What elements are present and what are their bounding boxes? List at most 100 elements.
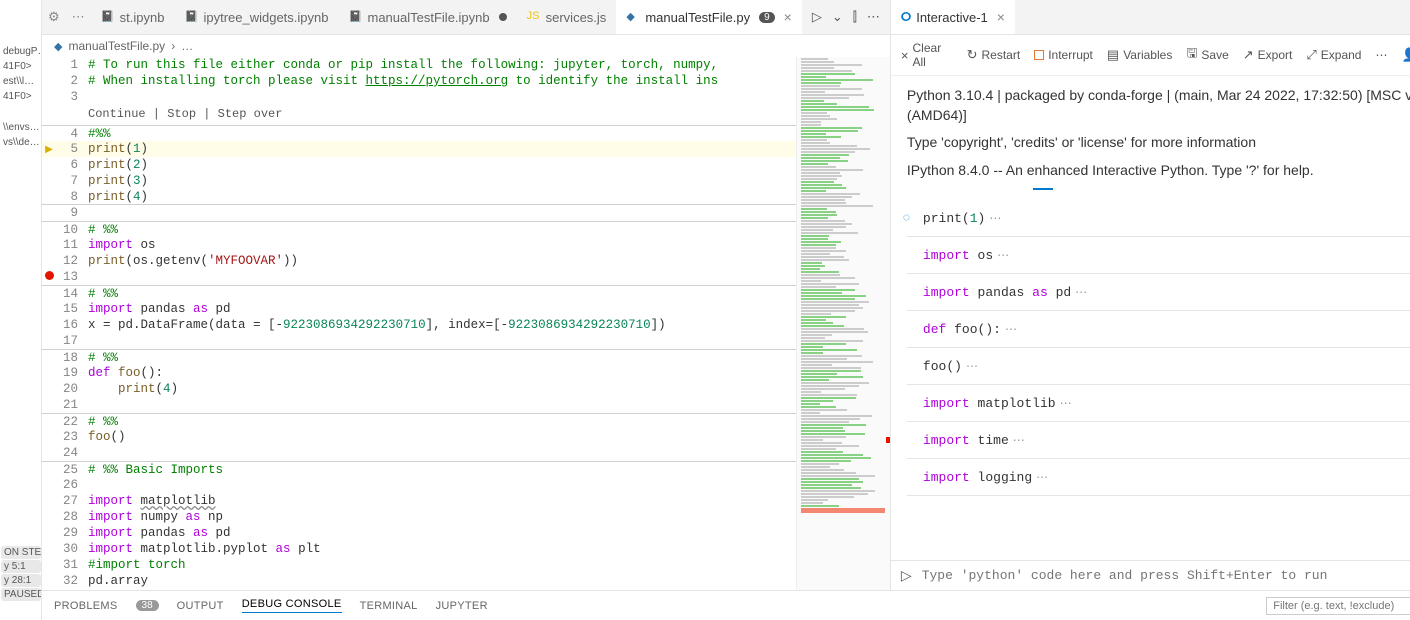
breadcrumb-rest[interactable]: …: [181, 39, 193, 53]
code-line[interactable]: 18# %%: [42, 349, 796, 365]
more-icon[interactable]: ⋯: [867, 9, 880, 25]
tab-manualtestfile-ipynb[interactable]: 📓manualTestFile.ipynb: [339, 0, 517, 34]
code-line[interactable]: 7print(3): [42, 173, 796, 189]
interactive-cell[interactable]: import os⋯: [907, 237, 1410, 274]
cell-more-icon[interactable]: ⋯: [997, 248, 1009, 262]
code-line[interactable]: 4#%%: [42, 125, 796, 141]
code-line[interactable]: ▶5print(1): [42, 141, 796, 157]
more-icon[interactable]: ⋯: [1375, 48, 1387, 62]
line-number[interactable]: 23: [56, 429, 88, 445]
panel-tab-problems[interactable]: PROBLEMS: [54, 600, 118, 612]
cell-more-icon[interactable]: ⋯: [1005, 322, 1017, 336]
line-number[interactable]: 16: [56, 317, 88, 333]
tab-ipytree-widgets-ipynb[interactable]: 📓ipytree_widgets.ipynb: [174, 0, 338, 34]
breadcrumb-file[interactable]: manualTestFile.py: [68, 39, 165, 53]
interactive-content[interactable]: Python 3.10.4 | packaged by conda-forge …: [891, 76, 1410, 560]
line-number[interactable]: 15: [56, 301, 88, 317]
debug-continue[interactable]: Continue: [88, 107, 146, 121]
line-number[interactable]: 5: [56, 141, 88, 157]
line-number[interactable]: 6: [56, 157, 88, 173]
code-line[interactable]: 9: [42, 205, 796, 221]
code-line[interactable]: 24: [42, 445, 796, 461]
editor-area[interactable]: 1# To run this file either conda or pip …: [42, 57, 796, 590]
line-number[interactable]: 29: [56, 525, 88, 541]
line-number[interactable]: 17: [56, 333, 88, 349]
code-line[interactable]: 2# When installing torch please visit ht…: [42, 73, 796, 89]
tab-st-ipynb[interactable]: 📓st.ipynb: [91, 0, 175, 34]
line-number[interactable]: 8: [56, 189, 88, 204]
code-line[interactable]: 23foo(): [42, 429, 796, 445]
interactive-cell[interactable]: foo()⋯: [907, 348, 1410, 385]
code-line[interactable]: 8print(4): [42, 189, 796, 205]
line-number[interactable]: 2: [56, 73, 88, 89]
run-icon[interactable]: ▷: [812, 9, 822, 25]
line-number[interactable]: 9: [56, 205, 88, 221]
close-icon[interactable]: ×: [997, 9, 1005, 25]
save-button[interactable]: 🖫Save: [1186, 44, 1228, 66]
line-number[interactable]: 18: [56, 350, 88, 365]
code-line[interactable]: 13: [42, 269, 796, 285]
code-line[interactable]: 3: [42, 89, 796, 105]
run-input-icon[interactable]: ▷: [901, 567, 912, 584]
line-number[interactable]: 1: [56, 57, 88, 73]
code-line[interactable]: 16x = pd.DataFrame(data = [-922308693429…: [42, 317, 796, 333]
close-icon[interactable]: ×: [784, 9, 792, 25]
interactive-cell[interactable]: import time⋯: [907, 422, 1410, 459]
code-line[interactable]: 26: [42, 477, 796, 493]
dropdown-icon[interactable]: ⌄: [832, 9, 843, 25]
cell-more-icon[interactable]: ⋯: [1060, 396, 1072, 410]
clear-all-button[interactable]: ×Clear All: [901, 41, 953, 69]
tab-manualtestfile-py[interactable]: ◆manualTestFile.py9×: [616, 0, 802, 34]
line-number[interactable]: 4: [56, 126, 88, 141]
panel-tab-output[interactable]: OUTPUT: [177, 600, 224, 612]
minimap[interactable]: [796, 57, 890, 590]
panel-tab-jupyter[interactable]: JUPYTER: [436, 600, 488, 612]
line-number[interactable]: 13: [56, 269, 88, 285]
filter-input[interactable]: [1266, 597, 1410, 615]
cell-more-icon[interactable]: ⋯: [1013, 433, 1025, 447]
code-line[interactable]: 15import pandas as pd: [42, 301, 796, 317]
code-line[interactable]: 22# %%: [42, 413, 796, 429]
more-icon[interactable]: ⋯: [66, 9, 91, 25]
line-number[interactable]: 31: [56, 557, 88, 573]
code-line[interactable]: 12print(os.getenv('MYFOOVAR')): [42, 253, 796, 269]
line-number[interactable]: 27: [56, 493, 88, 509]
code-line[interactable]: 19def foo():: [42, 365, 796, 381]
line-number[interactable]: 11: [56, 237, 88, 253]
line-number[interactable]: 12: [56, 253, 88, 269]
panel-tab-debug-console[interactable]: DEBUG CONSOLE: [242, 598, 342, 613]
cell-more-icon[interactable]: ⋯: [1036, 470, 1048, 484]
code-line[interactable]: 11import os: [42, 237, 796, 253]
line-number[interactable]: 26: [56, 477, 88, 493]
interactive-input[interactable]: [922, 568, 1410, 583]
code-line[interactable]: 10# %%: [42, 221, 796, 237]
cell-more-icon[interactable]: ⋯: [1075, 285, 1087, 299]
code-line[interactable]: 28import numpy as np: [42, 509, 796, 525]
code-line[interactable]: 17: [42, 333, 796, 349]
code-line[interactable]: 6print(2): [42, 157, 796, 173]
code-line[interactable]: 27import matplotlib: [42, 493, 796, 509]
interrupt-button[interactable]: Interrupt: [1034, 48, 1093, 62]
split-icon[interactable]: ⫿: [853, 9, 857, 25]
line-number[interactable]: 10: [56, 222, 88, 237]
code-line[interactable]: 20 print(4): [42, 381, 796, 397]
tab-interactive[interactable]: 🞇 Interactive-1 ×: [891, 0, 1015, 34]
interactive-cell[interactable]: ◌print(1)⋯: [907, 200, 1410, 237]
code-line[interactable]: 1# To run this file either conda or pip …: [42, 57, 796, 73]
breakpoint-icon[interactable]: [45, 271, 54, 280]
interactive-cell[interactable]: import pandas as pd⋯: [907, 274, 1410, 311]
cell-more-icon[interactable]: ⋯: [966, 359, 978, 373]
code-line[interactable]: 25# %% Basic Imports: [42, 461, 796, 477]
expand-button[interactable]: ⤢Expand: [1306, 47, 1361, 63]
line-number[interactable]: 7: [56, 173, 88, 189]
gear-icon[interactable]: ⚙: [42, 9, 66, 25]
code-line[interactable]: 31#import torch: [42, 557, 796, 573]
interactive-cell[interactable]: import matplotlib⋯: [907, 385, 1410, 422]
kernel-selector[interactable]: 👤debugPyLatest (Python 3.1: [1401, 41, 1410, 69]
code-line[interactable]: 30import matplotlib.pyplot as plt: [42, 541, 796, 557]
code-line[interactable]: 29import pandas as pd: [42, 525, 796, 541]
line-number[interactable]: 22: [56, 414, 88, 429]
interactive-cell[interactable]: def foo():⋯: [907, 311, 1410, 348]
panel-tab-terminal[interactable]: TERMINAL: [360, 600, 418, 612]
export-button[interactable]: ↗Export: [1243, 47, 1293, 63]
